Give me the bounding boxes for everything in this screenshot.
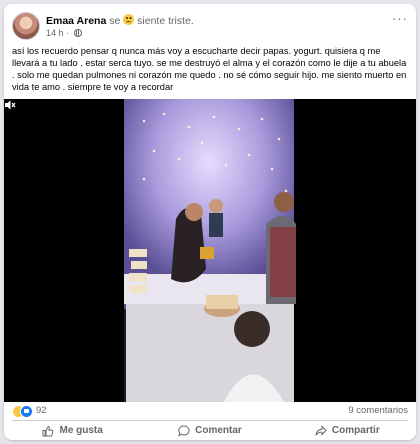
avatar[interactable] <box>12 12 40 40</box>
like-reaction-icon <box>20 405 33 418</box>
comments-count[interactable]: 9 comentarios <box>348 405 408 416</box>
author-name[interactable]: Emaa Arena <box>46 15 106 27</box>
reaction-count: 92 <box>36 405 47 416</box>
post-meta: 14 h · <box>46 28 82 38</box>
video-player[interactable] <box>4 99 416 402</box>
sad-emoji-icon <box>123 14 135 25</box>
comment-icon <box>178 424 190 437</box>
share-icon <box>315 424 327 436</box>
post-header: Emaa Arena se siente triste. 14 h · ··· <box>12 12 408 42</box>
meta-separator: · <box>66 28 70 38</box>
speaker-muted-icon[interactable] <box>4 99 16 111</box>
comment-label: Comentar <box>195 425 242 436</box>
author-line: Emaa Arena se siente triste. <box>46 14 194 27</box>
more-options-button[interactable]: ··· <box>392 12 408 25</box>
post-stats: 92 9 comentarios <box>12 402 408 418</box>
action-bar: Me gusta Comentar Compartir <box>4 421 416 440</box>
feeling-text: siente triste. <box>137 15 194 27</box>
thumbs-up-icon <box>42 425 54 436</box>
share-label: Compartir <box>331 425 380 436</box>
comment-button[interactable]: Comentar <box>141 421 278 440</box>
post-card: Emaa Arena se siente triste. 14 h · ··· … <box>4 4 416 440</box>
share-button[interactable]: Compartir <box>279 421 416 440</box>
feeling-prefix: se <box>109 15 121 27</box>
video-frame <box>124 99 296 402</box>
post-text: así los recuerdo pensar q nunca más voy … <box>12 46 407 92</box>
post-time[interactable]: 14 h <box>46 28 64 38</box>
like-button[interactable]: Me gusta <box>4 421 141 440</box>
globe-icon <box>73 29 82 37</box>
like-label: Me gusta <box>59 425 103 436</box>
